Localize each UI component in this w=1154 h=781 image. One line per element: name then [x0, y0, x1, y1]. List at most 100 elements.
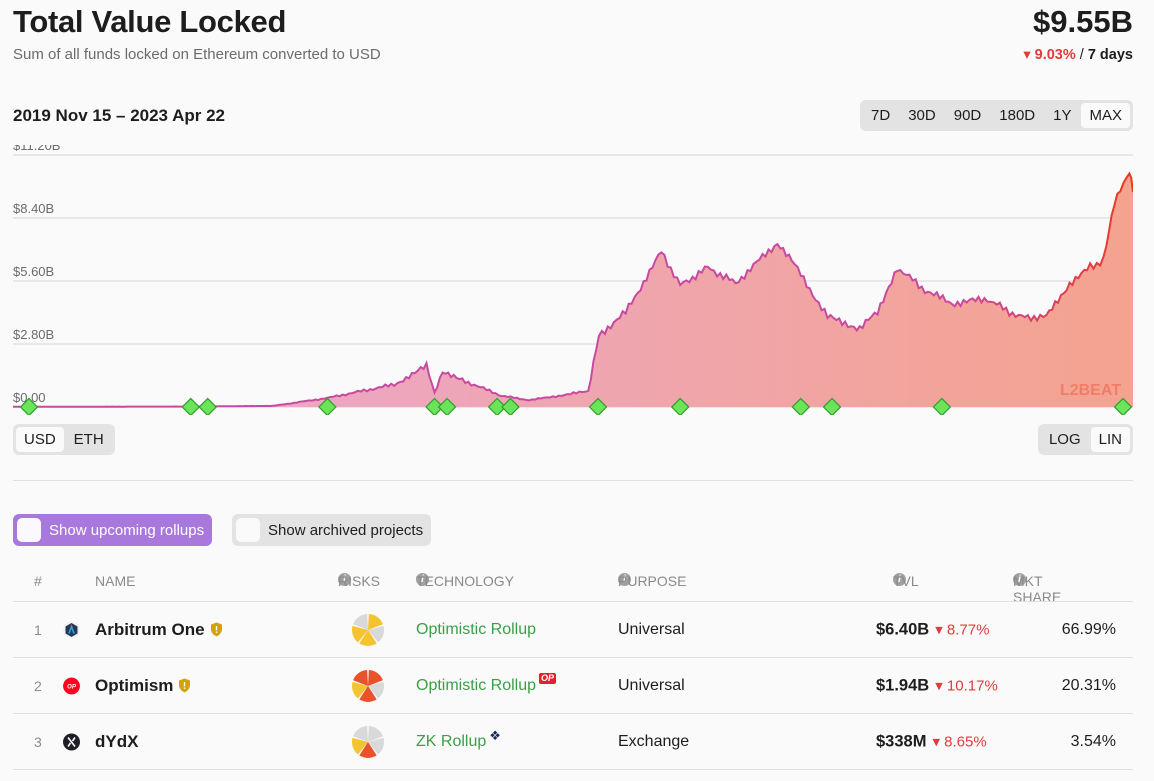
- project-name[interactable]: Optimism: [95, 676, 191, 696]
- down-arrow-icon: ▾: [1023, 47, 1031, 63]
- header-index: #: [34, 573, 42, 589]
- risk-rosette-icon[interactable]: [351, 669, 385, 703]
- technology-label: ZK Rollup: [416, 732, 487, 750]
- unit-eth[interactable]: ETH: [66, 427, 112, 452]
- header-purpose-label: PURPOSE: [618, 573, 687, 589]
- table-row[interactable]: 1 Arbitrum One Optimistic Rollup Universal $…: [13, 601, 1133, 657]
- technology-label: Optimistic Rollup: [416, 676, 537, 694]
- tvl-cell: $1.94B ▾ 10.17%: [876, 676, 998, 695]
- header-name-label: NAME: [95, 573, 136, 589]
- milestone-marker[interactable]: [198, 397, 218, 415]
- range-7d[interactable]: 7D: [863, 103, 898, 128]
- svg-text:OP: OP: [67, 684, 77, 690]
- technology-link[interactable]: Optimistic Rollup OP: [416, 673, 557, 695]
- starkex-badge-icon: ❖: [489, 727, 501, 743]
- upcoming-rollups-toggle[interactable]: Show upcoming rollups: [13, 514, 213, 546]
- market-share: 20.31%: [1061, 676, 1116, 694]
- range-1y[interactable]: 1Y: [1045, 103, 1079, 128]
- row-index: 2: [34, 677, 42, 694]
- y-tick-label: $5.60B: [13, 264, 54, 279]
- page-subtitle: Sum of all funds locked on Ethereum conv…: [13, 46, 381, 63]
- project-name[interactable]: dYdX: [95, 732, 138, 752]
- header-risks[interactable]: RISKS i: [338, 573, 380, 589]
- header-risks-label: RISKS: [338, 573, 381, 589]
- market-share: 66.99%: [1061, 620, 1116, 638]
- tvl-value: $338M: [876, 732, 927, 750]
- scale-selector: LOG LIN: [1037, 424, 1133, 455]
- range-30d[interactable]: 30D: [900, 103, 944, 128]
- project-name-label: dYdX: [95, 731, 139, 751]
- l2beat-watermark: L2BEAT: [1060, 382, 1121, 399]
- y-tick-label: $8.40B: [13, 201, 54, 216]
- tvl-cell: $338M ▾ 8.65%: [876, 732, 987, 751]
- date-range: 2019 Nov 15 – 2023 Apr 22: [13, 106, 226, 125]
- unit-selector: USD ETH: [13, 424, 115, 455]
- arbitrum-logo-icon: [63, 621, 80, 638]
- change-separator: /: [1075, 47, 1088, 63]
- tvl-cell: $6.40B ▾ 8.77%: [876, 620, 989, 639]
- optimism-logo-icon: OP: [63, 677, 80, 694]
- checkbox-icon: [17, 518, 41, 542]
- header-tvl[interactable]: TVL i: [893, 573, 919, 589]
- technology-link[interactable]: ZK Rollup ❖: [416, 728, 501, 751]
- change-percent: 9.03%: [1034, 47, 1076, 63]
- y-tick-label: $11.20B: [13, 145, 60, 153]
- tvl-value: $1.94B: [876, 676, 930, 694]
- project-name-label: Arbitrum One: [95, 619, 205, 639]
- purpose-label: Universal: [618, 676, 685, 694]
- header-technology[interactable]: TECHNOLOGY i: [416, 573, 514, 589]
- tvl-area: [13, 173, 1133, 407]
- page-title: Total Value Locked: [13, 4, 287, 39]
- milestone-marker[interactable]: [181, 397, 201, 415]
- row-index: 3: [34, 733, 42, 750]
- tvl-change: ▾ 8.65%: [932, 733, 986, 751]
- tvl-change: ▾ 10.17%: [935, 677, 998, 695]
- row-index: 1: [34, 621, 42, 638]
- risk-rosette-icon[interactable]: [351, 613, 385, 647]
- shield-icon: [210, 622, 222, 637]
- down-arrow-icon: ▾: [935, 677, 947, 695]
- header-tvl-label: TVL: [893, 573, 919, 589]
- range-selector: 7D 30D 90D 180D 1Y MAX: [860, 100, 1133, 131]
- upcoming-rollups-label: Show upcoming rollups: [49, 521, 205, 539]
- unit-usd[interactable]: USD: [16, 427, 64, 452]
- shield-icon: [179, 678, 191, 693]
- tvl-change-value: 8.77%: [946, 621, 990, 639]
- scale-lin[interactable]: LIN: [1090, 427, 1130, 452]
- table-header: # NAME RISKS i TECHNOLOGY i PURPOSE i TVL i …: [13, 573, 1133, 605]
- archived-projects-toggle[interactable]: Show archived projects: [232, 514, 432, 546]
- risk-rosette-icon[interactable]: [351, 725, 385, 759]
- down-arrow-icon: ▾: [932, 733, 945, 751]
- purpose-label: Universal: [618, 620, 685, 638]
- tvl-value: $6.40B: [876, 620, 930, 638]
- tvl-change-value: 10.17%: [946, 677, 998, 695]
- total-value: $9.55B: [1033, 4, 1133, 39]
- range-180d[interactable]: 180D: [991, 103, 1043, 128]
- down-arrow-icon: ▾: [935, 621, 947, 639]
- tvl-chart[interactable]: $0.00$2.80B$5.60B$8.40B$11.20B L2BEAT: [13, 145, 1133, 415]
- header-technology-label: TECHNOLOGY: [416, 573, 515, 589]
- total-change: ▾ 9.03% / 7 days: [1023, 47, 1133, 63]
- project-name-label: Optimism: [95, 675, 174, 695]
- range-max[interactable]: MAX: [1081, 103, 1130, 128]
- header-market-share[interactable]: MKT SHARE i: [1013, 573, 1061, 605]
- header-purpose[interactable]: PURPOSE i: [618, 573, 686, 589]
- op-stack-badge-icon: OP: [539, 673, 557, 684]
- purpose-label: Exchange: [618, 732, 690, 750]
- tvl-change: ▾ 8.77%: [935, 621, 989, 639]
- section-divider: [13, 480, 1133, 481]
- table-row[interactable]: 3 dYdX ZK Rollup ❖ Exchange $338M ▾ 8.65% 3.54%: [13, 713, 1133, 769]
- range-90d[interactable]: 90D: [946, 103, 990, 128]
- table-row[interactable]: 2 OP Optimism Optimistic Rollup OP Universal $…: [13, 657, 1133, 713]
- scale-log[interactable]: LOG: [1041, 427, 1089, 452]
- technology-label: Optimistic Rollup: [416, 620, 537, 638]
- checkbox-icon: [236, 518, 260, 542]
- technology-link[interactable]: Optimistic Rollup: [416, 621, 536, 639]
- change-period: 7 days: [1087, 47, 1133, 63]
- tvl-change-value: 8.65%: [944, 733, 987, 751]
- dydx-logo-icon: [63, 733, 80, 750]
- archived-projects-label: Show archived projects: [268, 521, 424, 539]
- project-name[interactable]: Arbitrum One: [95, 620, 223, 640]
- market-share: 3.54%: [1070, 732, 1116, 750]
- y-tick-label: $2.80B: [13, 327, 54, 342]
